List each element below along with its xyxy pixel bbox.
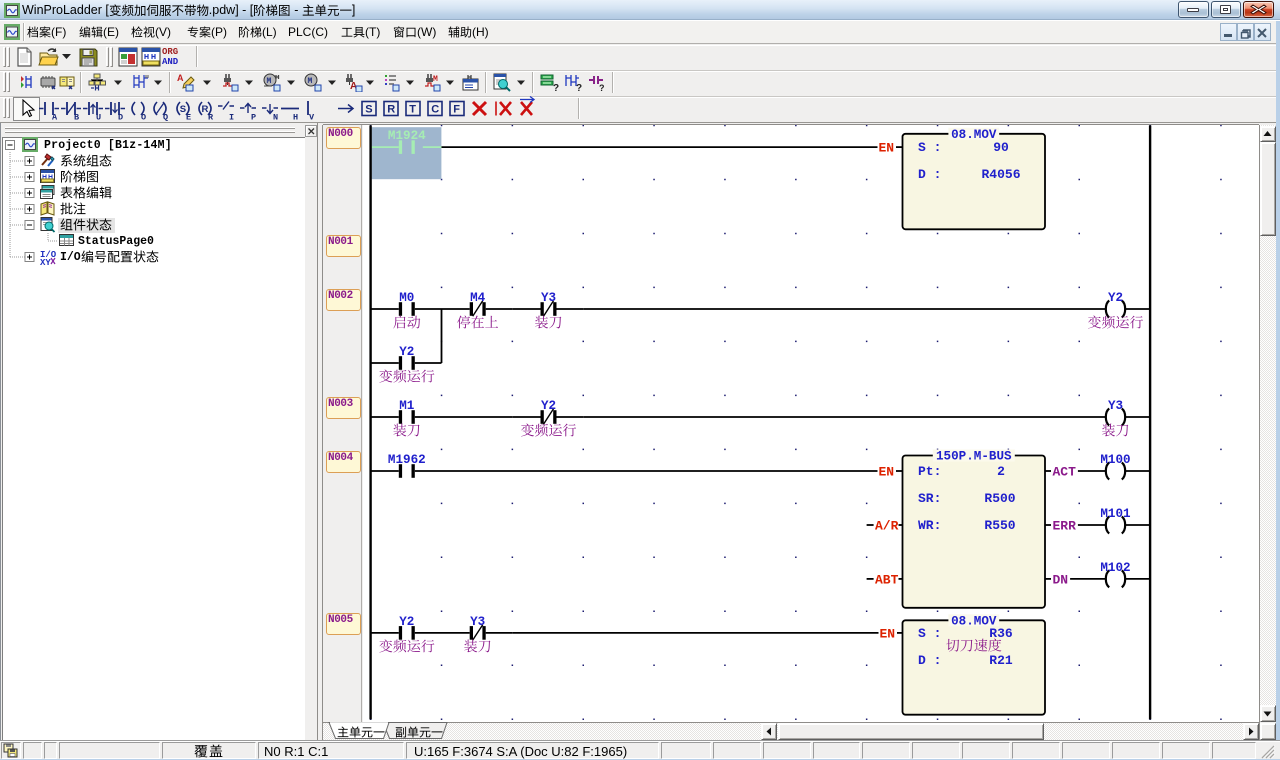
svg-text:M102: M102 bbox=[1100, 561, 1130, 575]
svg-text:C: C bbox=[431, 104, 439, 116]
svg-text:Y2: Y2 bbox=[541, 399, 556, 413]
svg-text:P: P bbox=[251, 113, 256, 123]
svg-text:M1: M1 bbox=[399, 399, 415, 413]
svg-text:R: R bbox=[208, 113, 214, 123]
svg-text:M1924: M1924 bbox=[388, 129, 426, 143]
svg-text:S :: S : bbox=[918, 140, 941, 155]
svg-text:90: 90 bbox=[993, 140, 1009, 155]
svg-text:A/R: A/R bbox=[875, 519, 899, 534]
svg-text:Y2: Y2 bbox=[1108, 291, 1123, 305]
svg-text:Y3: Y3 bbox=[1108, 399, 1123, 413]
svg-text:H: H bbox=[293, 113, 298, 123]
svg-text:B: B bbox=[74, 113, 79, 123]
svg-text:08.MOV: 08.MOV bbox=[951, 128, 997, 142]
svg-text:T: T bbox=[409, 104, 416, 116]
svg-text:EN: EN bbox=[880, 627, 896, 642]
svg-text:2: 2 bbox=[997, 464, 1005, 479]
svg-text:S: S bbox=[365, 104, 372, 116]
svg-text:150P.M-BUS: 150P.M-BUS bbox=[936, 450, 1012, 464]
svg-text:EN: EN bbox=[879, 141, 895, 156]
svg-text:R500: R500 bbox=[984, 491, 1015, 506]
svg-text:R550: R550 bbox=[984, 518, 1015, 533]
svg-text:I: I bbox=[229, 113, 234, 123]
svg-text:EN: EN bbox=[879, 465, 895, 480]
svg-text:D :: D : bbox=[918, 167, 941, 182]
svg-text:?: ? bbox=[576, 83, 582, 92]
svg-text:U: U bbox=[96, 113, 101, 123]
svg-text:?: ? bbox=[553, 83, 559, 92]
svg-text:M: M bbox=[433, 75, 438, 84]
svg-text:Y3: Y3 bbox=[470, 615, 485, 629]
svg-text:O: O bbox=[141, 113, 146, 123]
svg-text:V: V bbox=[309, 113, 315, 123]
svg-text:Y2: Y2 bbox=[399, 615, 414, 629]
svg-text:XY: XY bbox=[40, 258, 51, 268]
svg-text:Y2: Y2 bbox=[399, 345, 414, 359]
svg-text:DN: DN bbox=[1053, 573, 1069, 588]
svg-text:S :: S : bbox=[918, 626, 941, 641]
svg-text:ACT: ACT bbox=[1053, 465, 1077, 480]
svg-text:Y3: Y3 bbox=[541, 291, 556, 305]
svg-text:ERR: ERR bbox=[1053, 519, 1077, 534]
svg-text:D: D bbox=[118, 113, 123, 123]
svg-text:M0: M0 bbox=[399, 291, 414, 305]
svg-text:Q: Q bbox=[163, 113, 168, 123]
svg-text:E: E bbox=[186, 113, 191, 123]
svg-text:ABT: ABT bbox=[875, 573, 899, 588]
svg-text:A: A bbox=[52, 113, 58, 123]
svg-text:R36: R36 bbox=[989, 626, 1013, 641]
svg-text:D :: D : bbox=[918, 653, 941, 668]
svg-text:R4056: R4056 bbox=[981, 167, 1020, 182]
svg-text:F: F bbox=[453, 104, 460, 116]
svg-text:M: M bbox=[308, 77, 313, 86]
svg-text:M1962: M1962 bbox=[388, 453, 426, 467]
svg-text:M4: M4 bbox=[470, 291, 486, 305]
svg-text:M: M bbox=[267, 77, 272, 86]
svg-text:?: ? bbox=[599, 83, 605, 92]
svg-text:M100: M100 bbox=[1100, 453, 1130, 467]
svg-text:WR:: WR: bbox=[918, 518, 941, 533]
svg-text:M101: M101 bbox=[1100, 507, 1131, 521]
svg-text:R21: R21 bbox=[989, 653, 1013, 668]
svg-text:SR:: SR: bbox=[918, 491, 941, 506]
svg-text:N: N bbox=[273, 113, 278, 123]
svg-text:R: R bbox=[387, 104, 395, 116]
svg-text:A: A bbox=[177, 73, 184, 83]
svg-text:Pt:: Pt: bbox=[918, 464, 941, 479]
